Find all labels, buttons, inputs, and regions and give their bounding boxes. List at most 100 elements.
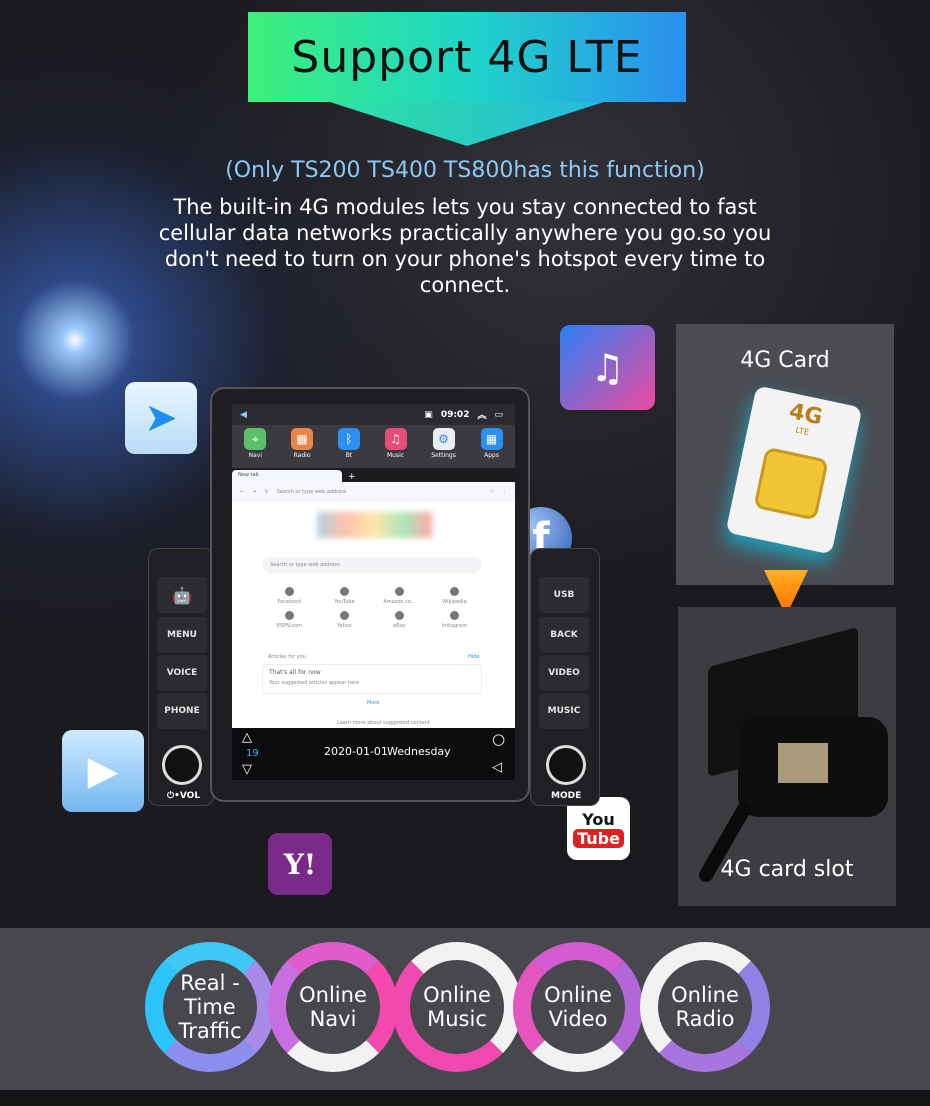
feature-online-navi: Online Navi bbox=[268, 942, 398, 1072]
reload-icon[interactable]: ↻ bbox=[264, 489, 268, 495]
shortcut-label: Wikipedia bbox=[442, 599, 467, 605]
shortcut-tile[interactable]: Wikipedia bbox=[427, 587, 482, 605]
time: 09:02 bbox=[440, 409, 470, 420]
shortcut-tile[interactable]: Amazon.co... bbox=[372, 587, 427, 605]
tab-new-tab[interactable]: New tab bbox=[232, 470, 342, 482]
app-label: Settings bbox=[431, 452, 456, 459]
youtube-top: You bbox=[582, 809, 615, 829]
feature-online-music: Online Music bbox=[392, 942, 522, 1072]
map-pin-icon: ⌖ bbox=[244, 428, 267, 450]
volume-knob[interactable] bbox=[162, 745, 202, 785]
yahoo-icon: Y! bbox=[268, 833, 332, 895]
app-radio[interactable]: ▦ Radio bbox=[291, 428, 314, 468]
back-icon[interactable]: ← bbox=[240, 489, 244, 495]
articles-label: Articles for you bbox=[268, 654, 306, 660]
site-favicon-icon bbox=[285, 587, 294, 596]
shortcut-tile[interactable]: Instagram bbox=[427, 611, 482, 629]
navigation-app-icon: ➤ bbox=[125, 382, 197, 454]
shortcut-label: eBay bbox=[393, 623, 406, 629]
site-favicon-icon bbox=[395, 587, 404, 596]
browser-tabs: New tab + bbox=[232, 468, 515, 482]
down-arrow-icon[interactable]: ▽ bbox=[242, 762, 252, 777]
menu-key[interactable]: MENU bbox=[157, 617, 207, 653]
learn-more-link[interactable]: Learn more about suggested content bbox=[337, 720, 430, 726]
usb-key[interactable]: USB bbox=[539, 577, 589, 613]
video-play-icon: ▶ bbox=[62, 730, 144, 812]
gear-icon: ⚙ bbox=[432, 428, 455, 450]
youtube-bottom: Tube bbox=[573, 828, 624, 848]
music-note-icon: ♫ bbox=[384, 428, 407, 450]
site-favicon-icon bbox=[340, 611, 349, 620]
address-bar[interactable]: ← → ↻ Search or type web address ☆ ⋮ bbox=[232, 482, 515, 502]
menu-icon[interactable]: ⋮ bbox=[502, 489, 507, 495]
home-circle-icon[interactable]: ○ bbox=[492, 730, 505, 748]
app-apps[interactable]: ▦ Apps bbox=[480, 428, 503, 468]
back-triangle-icon[interactable]: ◁ bbox=[492, 760, 502, 775]
left-control-panel: 🤖 MENU VOICE PHONE ⏻•VOL bbox=[148, 548, 214, 806]
mode-knob[interactable] bbox=[546, 745, 586, 785]
up-arrow-icon[interactable]: △ bbox=[242, 730, 252, 745]
shortcut-label: ESPN.com bbox=[276, 623, 303, 629]
music-key[interactable]: MUSIC bbox=[539, 693, 589, 729]
app-label: Radio bbox=[293, 452, 311, 459]
site-favicon-icon bbox=[395, 611, 404, 620]
shortcut-label: Facebook bbox=[277, 599, 302, 605]
address-placeholder: Search or type web address bbox=[276, 489, 347, 495]
recent-apps-icon[interactable]: ▭ bbox=[494, 410, 503, 420]
android-icon[interactable]: 🤖 bbox=[157, 577, 207, 613]
device-screen: ◀ ▣ 09:02 ︽ ▭ ⌖ Navi ▦ Radio ᛒ Bt ♫ Music ⚙ S… bbox=[232, 404, 515, 780]
footer-strip bbox=[0, 1090, 930, 1106]
new-tab-button[interactable]: + bbox=[348, 472, 356, 482]
vol-label: ⏻•VOL bbox=[167, 791, 201, 801]
shortcut-tile[interactable]: Yahoo bbox=[317, 611, 372, 629]
phone-key[interactable]: PHONE bbox=[157, 693, 207, 729]
shortcut-tile[interactable]: YouTube bbox=[317, 587, 372, 605]
more-link[interactable]: More bbox=[367, 700, 379, 706]
back-key[interactable]: BACK bbox=[539, 617, 589, 653]
feature-real-time-traffic: Real -Time Traffic bbox=[145, 942, 275, 1072]
star-icon[interactable]: ☆ bbox=[490, 489, 494, 495]
app-settings[interactable]: ⚙ Settings bbox=[431, 428, 456, 468]
forward-icon[interactable]: → bbox=[252, 489, 256, 495]
search-input[interactable]: Search or type web address bbox=[262, 557, 482, 573]
shortcut-tile[interactable]: eBay bbox=[372, 611, 427, 629]
back-circle-icon[interactable]: ◀ bbox=[240, 410, 247, 420]
app-label: Music bbox=[386, 452, 405, 459]
mode-label: MODE bbox=[551, 791, 582, 801]
sim-chip bbox=[753, 446, 829, 521]
app-dock: ⌖ Navi ▦ Radio ᛒ Bt ♫ Music ⚙ Settings ▦ Apps bbox=[232, 425, 515, 468]
app-label: Bt bbox=[345, 452, 353, 459]
empty-title: That's all for now bbox=[269, 669, 321, 676]
hide-link[interactable]: Hide bbox=[468, 654, 479, 660]
search-logo bbox=[317, 512, 432, 538]
articles-card: That's all for now Your suggested articl… bbox=[262, 664, 482, 694]
signal-icon: ▣ bbox=[424, 409, 433, 420]
4g-slot-panel: 4G card slot bbox=[678, 607, 896, 906]
feature-online-video: Online Video bbox=[513, 942, 643, 1072]
app-music[interactable]: ♫ Music bbox=[384, 428, 407, 468]
grid-icon: ▦ bbox=[480, 428, 503, 450]
app-navi[interactable]: ⌖ Navi bbox=[244, 428, 267, 468]
title-banner: Support 4G LTE bbox=[248, 12, 686, 102]
shortcut-label: Amazon.co... bbox=[383, 599, 416, 605]
slot-contacts bbox=[778, 743, 828, 783]
model-note: (Only TS200 TS400 TS800has this function… bbox=[225, 158, 705, 183]
slot-housing-image bbox=[738, 717, 888, 817]
video-key[interactable]: VIDEO bbox=[539, 655, 589, 691]
site-favicon-icon bbox=[450, 611, 459, 620]
empty-sub: Your suggested articles appear here bbox=[269, 680, 360, 686]
expand-icon[interactable]: ︽ bbox=[477, 408, 486, 421]
shortcut-tile[interactable]: Facebook bbox=[262, 587, 317, 605]
app-label: Navi bbox=[248, 452, 263, 459]
shortcut-label: Yahoo bbox=[337, 623, 352, 629]
shortcut-label: YouTube bbox=[334, 599, 355, 605]
voice-key[interactable]: VOICE bbox=[157, 655, 207, 691]
app-bt[interactable]: ᛒ Bt bbox=[337, 428, 360, 468]
shortcut-label: Instagram bbox=[441, 623, 468, 629]
site-favicon-icon bbox=[340, 587, 349, 596]
shortcut-tile[interactable]: ESPN.com bbox=[262, 611, 317, 629]
date: 2020-01-01 bbox=[324, 745, 388, 758]
site-favicon-icon bbox=[285, 611, 294, 620]
slot-title: 4G card slot bbox=[720, 857, 854, 882]
feature-online-radio: Online Radio bbox=[640, 942, 770, 1072]
